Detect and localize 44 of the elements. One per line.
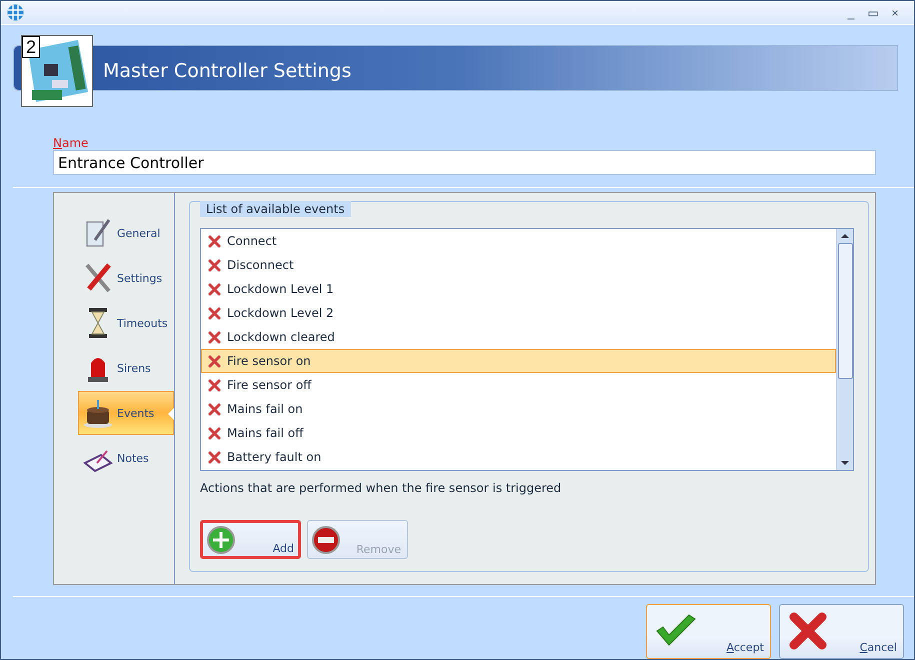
cancel-button[interactable]: Cancel [779, 604, 904, 659]
accept-button[interactable]: Accept [646, 604, 771, 659]
plus-icon [207, 526, 235, 554]
app-icon [7, 4, 24, 21]
event-row[interactable]: Lockdown cleared [201, 325, 836, 349]
event-row[interactable]: Battery fault on [201, 445, 836, 469]
event-row[interactable]: Fire sensor on [201, 349, 836, 373]
group-legend: List of available events [200, 201, 351, 217]
event-row[interactable]: Disconnect [201, 253, 836, 277]
sidebar-item[interactable]: Sirens [78, 346, 174, 390]
close-icon [208, 258, 221, 272]
event-row[interactable]: Mains fail off [201, 421, 836, 445]
name-field[interactable]: Entrance Controller [53, 150, 876, 175]
close-icon [208, 354, 221, 368]
event-row[interactable]: Mains fail on [201, 397, 836, 421]
close-icon [208, 450, 221, 464]
sidebar-item[interactable]: Settings [78, 256, 174, 300]
event-row[interactable]: Lockdown Level 2 [201, 301, 836, 325]
minus-icon [312, 526, 340, 554]
window-control[interactable]: ▭ [862, 6, 884, 20]
sidebar-item[interactable]: Notes [78, 436, 174, 480]
scrollbar[interactable] [836, 229, 853, 470]
cross-icon [788, 611, 828, 651]
close-icon [208, 282, 221, 296]
close-icon [208, 234, 221, 248]
event-row[interactable]: Connect [201, 229, 836, 253]
close-icon [208, 378, 221, 392]
sidebar-item[interactable]: Events [78, 391, 174, 435]
event-row[interactable]: Lockdown Level 1 [201, 277, 836, 301]
close-icon [208, 402, 221, 416]
close-icon [208, 306, 221, 320]
sidebar-item[interactable]: Timeouts [78, 301, 174, 345]
sidebar-item[interactable]: General [78, 211, 174, 255]
name-label: Name [53, 136, 90, 150]
event-row[interactable]: Fire sensor off [201, 373, 836, 397]
description-text: Actions that are performed when the fire sensor is triggered [200, 481, 562, 495]
close-icon [208, 426, 221, 440]
close-icon [208, 330, 221, 344]
tools-icon [83, 261, 113, 295]
badge: 2 [22, 36, 40, 58]
add-button[interactable]: Add [200, 520, 301, 559]
header-title: Master Controller Settings [103, 60, 352, 82]
window-control[interactable]: × [884, 6, 906, 20]
window-control[interactable]: _ [840, 6, 862, 20]
